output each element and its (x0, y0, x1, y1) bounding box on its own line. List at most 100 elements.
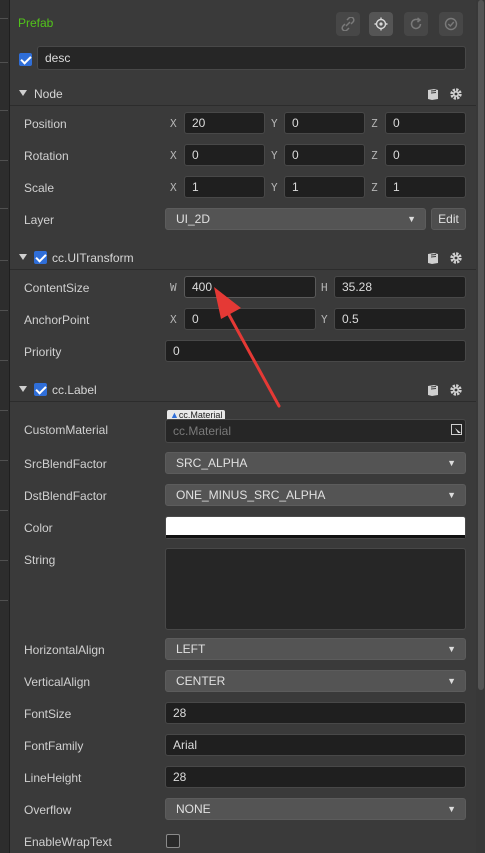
overflow-select[interactable]: NONE ▼ (165, 798, 466, 820)
node-section-title: Node (34, 87, 63, 101)
collapse-arrow-icon[interactable] (19, 386, 27, 392)
apply-prefab-button[interactable] (439, 12, 463, 36)
axis-z-label[interactable]: Z (371, 149, 378, 163)
src-blend-factor-select[interactable]: SRC_ALPHA ▼ (165, 452, 466, 474)
axis-y-label[interactable]: Y (271, 181, 278, 195)
revert-prefab-button[interactable] (404, 12, 428, 36)
edge-tick (0, 410, 8, 411)
node-section-header[interactable]: Node (10, 82, 476, 106)
axis-x-label[interactable]: X (170, 117, 177, 131)
font-size-label: FontSize (24, 707, 72, 721)
position-label: Position (24, 117, 67, 131)
layer-edit-button[interactable]: Edit (431, 208, 466, 230)
rotation-x-input[interactable]: 0 (184, 144, 265, 166)
edge-tick (0, 208, 8, 209)
dropdown-arrow-icon: ▼ (447, 458, 456, 468)
dst-blend-factor-select[interactable]: ONE_MINUS_SRC_ALPHA ▼ (165, 484, 466, 506)
axis-z-label[interactable]: Z (371, 117, 378, 131)
anchor-point-y-input[interactable]: 0.5 (334, 308, 466, 330)
string-textarea[interactable] (165, 548, 466, 630)
scale-x-input[interactable]: 1 (184, 176, 265, 198)
gear-icon[interactable] (449, 87, 463, 101)
gear-icon[interactable] (449, 251, 463, 265)
edge-tick (0, 460, 8, 461)
horizontal-align-value: LEFT (176, 642, 206, 656)
font-family-input[interactable]: Arial (165, 734, 466, 756)
dropdown-arrow-icon: ▼ (447, 676, 456, 686)
edge-tick (0, 510, 8, 511)
horizontal-align-label: HorizontalAlign (24, 643, 105, 657)
book-icon[interactable] (426, 383, 440, 397)
position-z-input[interactable]: 0 (385, 112, 466, 134)
src-blend-factor-label: SrcBlendFactor (24, 457, 107, 471)
uitransform-section-header[interactable]: cc.UITransform (10, 246, 476, 270)
line-height-input[interactable]: 28 (165, 766, 466, 788)
string-label: String (24, 553, 56, 567)
custom-material-label: CustomMaterial (24, 423, 109, 437)
edge-tick (0, 560, 8, 561)
vertical-align-select[interactable]: CENTER ▼ (165, 670, 466, 692)
axis-h-label[interactable]: H (321, 281, 328, 295)
edge-tick (0, 110, 8, 111)
layer-select[interactable]: UI_2D ▼ (165, 208, 426, 230)
rotation-y-input[interactable]: 0 (284, 144, 365, 166)
enable-wrap-text-checkbox[interactable] (166, 834, 180, 848)
left-panel-edge (0, 0, 10, 853)
axis-x-label[interactable]: X (170, 313, 177, 327)
refresh-icon (410, 17, 422, 30)
axis-y-label[interactable]: Y (321, 313, 328, 327)
node-name-input[interactable]: desc (37, 46, 466, 70)
unlink-prefab-button[interactable] (336, 12, 360, 36)
inspector-panel: Prefab desc Node Position X 20 Y 0 Z 0 R… (10, 0, 476, 853)
axis-w-label[interactable]: W (170, 281, 177, 295)
content-size-height-input[interactable]: 35.28 (334, 276, 466, 298)
section-divider (10, 269, 476, 270)
rotation-z-input[interactable]: 0 (385, 144, 466, 166)
gear-icon[interactable] (449, 383, 463, 397)
asset-picker-icon[interactable] (451, 424, 463, 436)
uitransform-enabled-checkbox[interactable] (34, 251, 47, 264)
custom-material-asset-field[interactable]: cc.Material (165, 419, 466, 443)
dropdown-arrow-icon: ▼ (447, 490, 456, 500)
axis-z-label[interactable]: Z (371, 181, 378, 195)
rotation-label: Rotation (24, 149, 69, 163)
axis-y-label[interactable]: Y (271, 149, 278, 163)
annotation-arrow (214, 287, 281, 408)
line-height-label: LineHeight (24, 771, 82, 785)
horizontal-align-select[interactable]: LEFT ▼ (165, 638, 466, 660)
color-alpha-bar (166, 535, 465, 538)
label-enabled-checkbox[interactable] (34, 383, 47, 396)
axis-x-label[interactable]: X (170, 149, 177, 163)
scrollbar[interactable] (476, 0, 485, 853)
layer-label: Layer (24, 213, 55, 227)
overflow-label: Overflow (24, 803, 72, 817)
position-y-input[interactable]: 0 (284, 112, 365, 134)
color-swatch[interactable] (165, 516, 466, 539)
content-size-label: ContentSize (24, 281, 90, 295)
scale-y-input[interactable]: 1 (284, 176, 365, 198)
custom-material-placeholder: cc.Material (173, 424, 232, 438)
node-active-checkbox[interactable] (19, 53, 32, 66)
edge-tick (0, 18, 8, 19)
collapse-arrow-icon[interactable] (19, 254, 27, 260)
priority-label: Priority (24, 345, 62, 359)
book-icon[interactable] (426, 87, 440, 101)
locate-prefab-button[interactable] (369, 12, 393, 36)
scale-label: Scale (24, 181, 55, 195)
edge-tick (0, 160, 8, 161)
dropdown-arrow-icon: ▼ (447, 644, 456, 654)
collapse-arrow-icon[interactable] (19, 90, 27, 96)
scrollbar-thumb[interactable] (478, 0, 484, 690)
position-x-input[interactable]: 20 (184, 112, 265, 134)
edge-tick (0, 600, 8, 601)
src-blend-factor-value: SRC_ALPHA (176, 456, 248, 470)
scale-z-input[interactable]: 1 (385, 176, 466, 198)
vertical-align-value: CENTER (176, 674, 226, 688)
check-circle-icon (444, 17, 458, 31)
enable-wrap-text-label: EnableWrapText (24, 835, 112, 849)
font-size-input[interactable]: 28 (165, 702, 466, 724)
book-icon[interactable] (426, 251, 440, 265)
axis-y-label[interactable]: Y (271, 117, 278, 131)
uitransform-section-title: cc.UITransform (52, 251, 134, 265)
axis-x-label[interactable]: X (170, 181, 177, 195)
